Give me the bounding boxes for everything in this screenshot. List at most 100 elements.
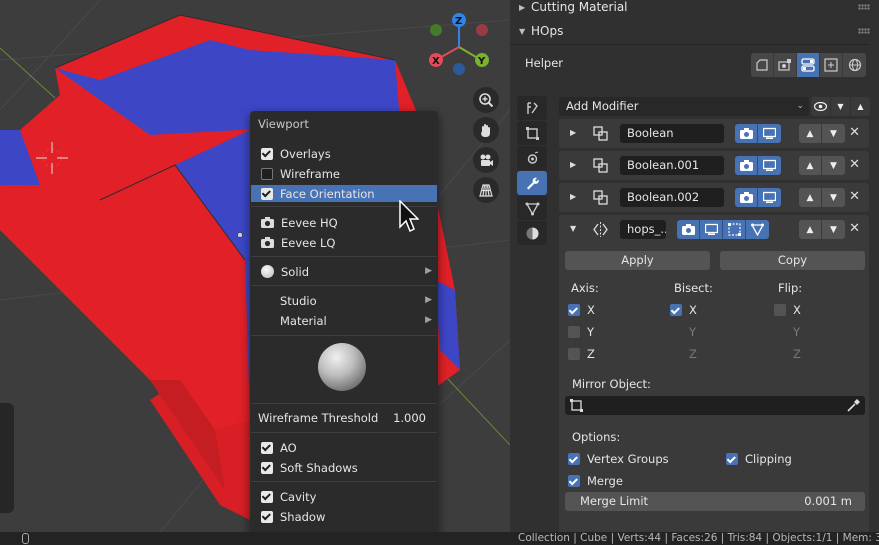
physics-tab-icon[interactable] [517, 146, 547, 170]
modifier-name-field[interactable]: hops_... [620, 220, 666, 239]
bisect-y-checkbox[interactable] [670, 326, 682, 338]
cavity-checkbox[interactable] [261, 490, 273, 503]
viewport-display-icon[interactable] [700, 220, 723, 239]
overlays-toggle[interactable]: Overlays [251, 145, 437, 162]
shadow-checkbox[interactable] [261, 510, 273, 523]
close-icon[interactable]: ✕ [849, 125, 860, 140]
close-icon[interactable]: ✕ [849, 157, 860, 172]
viewport-display-icon[interactable] [758, 124, 781, 143]
move-up-icon[interactable]: ▲ [799, 220, 822, 239]
render-camera-icon[interactable] [735, 156, 758, 175]
pan-hand-icon[interactable] [473, 117, 499, 143]
drag-grip-icon[interactable] [858, 4, 870, 10]
merge-toggle[interactable]: Merge [568, 474, 623, 488]
zoom-icon[interactable] [473, 87, 499, 113]
flip-z-checkbox[interactable] [774, 348, 786, 360]
helper-tab-misc-icon[interactable] [820, 53, 843, 77]
overlays-checkbox[interactable] [261, 147, 273, 160]
expand-arrow-icon[interactable]: ▶ [570, 160, 576, 169]
toolbar-stub[interactable] [0, 403, 14, 513]
shadow-toggle[interactable]: Shadow [251, 508, 437, 525]
object-tab-icon[interactable] [517, 121, 547, 145]
on-cage-icon[interactable] [746, 220, 769, 239]
soft-shadows-checkbox[interactable] [261, 461, 273, 474]
helper-tab-world-icon[interactable] [843, 53, 866, 77]
tool-tab-icon[interactable] [517, 96, 547, 120]
modifier-wrench-tab-icon[interactable] [517, 171, 547, 195]
wireframe-threshold-field[interactable]: Wireframe Threshold 1.000 [251, 409, 437, 427]
expand-arrow-icon[interactable]: ▶ [570, 128, 576, 137]
merge-limit-slider[interactable]: Merge Limit 0.001 m [565, 492, 865, 511]
viewport-display-icon[interactable] [758, 156, 781, 175]
ao-checkbox[interactable] [261, 441, 273, 454]
move-down-icon[interactable]: ▼ [822, 124, 845, 143]
render-camera-icon[interactable] [677, 220, 700, 239]
hops-panel-header[interactable]: ▼ HOps [510, 20, 879, 42]
up-arrow-icon[interactable]: ▲ [851, 97, 870, 116]
viewport-display-icon[interactable] [758, 188, 781, 207]
axis-z-toggle[interactable]: Z [568, 347, 595, 361]
move-down-icon[interactable]: ▼ [822, 156, 845, 175]
helper-tab-render-icon[interactable] [774, 53, 797, 77]
move-down-icon[interactable]: ▼ [822, 220, 845, 239]
matcap-preview[interactable] [318, 343, 366, 391]
vertex-groups-toggle[interactable]: Vertex Groups [568, 452, 669, 466]
move-down-icon[interactable]: ▼ [822, 188, 845, 207]
close-icon[interactable]: ✕ [849, 221, 860, 236]
eevee-lq-option[interactable]: Eevee LQ [251, 234, 437, 251]
bisect-z-checkbox[interactable] [670, 348, 682, 360]
particles-tab-icon[interactable] [517, 196, 547, 220]
mirror-object-field[interactable] [565, 396, 865, 415]
flip-x-checkbox[interactable] [774, 304, 786, 316]
move-up-icon[interactable]: ▲ [799, 156, 822, 175]
clipping-checkbox[interactable] [726, 453, 738, 465]
flip-z-toggle[interactable]: Z [774, 347, 801, 361]
cavity-toggle[interactable]: Cavity [251, 488, 437, 505]
bisect-x-checkbox[interactable] [670, 304, 682, 316]
material-tab-icon[interactable] [517, 221, 547, 245]
close-icon[interactable]: ✕ [849, 189, 860, 204]
copy-button[interactable]: Copy [720, 251, 865, 270]
clipping-toggle[interactable]: Clipping [726, 452, 792, 466]
solid-shading-menu[interactable]: Solid ▶ [251, 263, 437, 280]
axis-x-checkbox[interactable] [568, 304, 580, 316]
flip-x-toggle[interactable]: X [774, 303, 801, 317]
move-up-icon[interactable]: ▲ [799, 188, 822, 207]
axis-x-toggle[interactable]: X [568, 303, 595, 317]
edit-mode-icon[interactable] [723, 220, 746, 239]
wireframe-toggle[interactable]: Wireframe [251, 165, 437, 182]
camera-icon[interactable] [473, 147, 499, 173]
apply-button[interactable]: Apply [565, 251, 710, 270]
modifier-name-field[interactable]: Boolean [620, 124, 724, 143]
add-modifier-dropdown[interactable]: Add Modifier ⌄ [559, 97, 809, 116]
expand-arrow-icon[interactable]: ▶ [570, 192, 576, 201]
modifier-name-field[interactable]: Boolean.001 [620, 156, 724, 175]
vertex-groups-checkbox[interactable] [568, 453, 580, 465]
move-up-icon[interactable]: ▲ [799, 124, 822, 143]
material-menu[interactable]: Material ▶ [251, 312, 437, 329]
flip-y-checkbox[interactable] [774, 326, 786, 338]
flip-y-toggle[interactable]: Y [774, 325, 800, 339]
studio-menu[interactable]: Studio ▶ [251, 292, 437, 309]
ao-toggle[interactable]: AO [251, 439, 437, 456]
axis-y-toggle[interactable]: Y [568, 325, 594, 339]
dropdown-arrow-icon[interactable]: ▼ [831, 97, 850, 116]
grid-icon[interactable] [473, 177, 499, 203]
axis-z-checkbox[interactable] [568, 348, 580, 360]
collapse-arrow-icon[interactable]: ▼ [570, 224, 576, 233]
eye-visibility-icon[interactable] [811, 97, 830, 116]
eyedropper-icon[interactable] [847, 399, 860, 412]
bisect-y-toggle[interactable]: Y [670, 325, 696, 339]
bisect-x-toggle[interactable]: X [670, 303, 697, 317]
cutting-material-panel-header[interactable]: ▶ Cutting Material [510, 0, 879, 18]
helper-tab-modifiers-icon[interactable] [797, 53, 820, 77]
helper-tab-mesh-icon[interactable] [751, 53, 774, 77]
drag-grip-icon[interactable] [858, 28, 870, 34]
wireframe-checkbox[interactable] [261, 167, 273, 180]
render-camera-icon[interactable] [735, 124, 758, 143]
render-camera-icon[interactable] [735, 188, 758, 207]
bisect-z-toggle[interactable]: Z [670, 347, 697, 361]
modifier-name-field[interactable]: Boolean.002 [620, 188, 724, 207]
axis-y-checkbox[interactable] [568, 326, 580, 338]
merge-checkbox[interactable] [568, 475, 580, 487]
